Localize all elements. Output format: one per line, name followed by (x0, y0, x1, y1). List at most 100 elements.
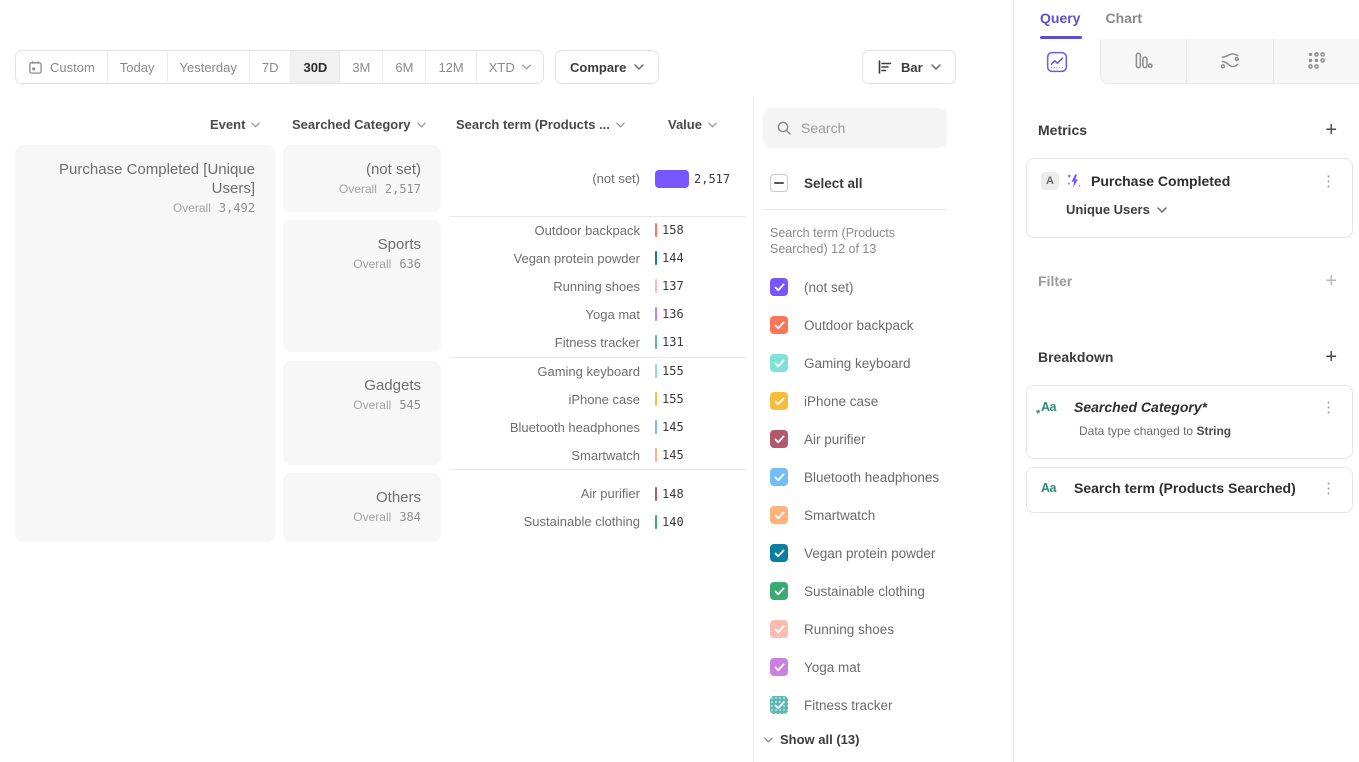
chart-type-button[interactable]: Bar (862, 50, 956, 84)
add-metric-button[interactable]: + (1325, 120, 1337, 140)
search-term-row: Bluetooth headphones 145 (450, 413, 746, 441)
category-card-not-set[interactable]: (not set) Overall2,517 (283, 145, 441, 212)
show-all-button[interactable]: Show all (13) (764, 732, 1013, 747)
check-icon (774, 321, 785, 330)
term-value: 136 (662, 307, 684, 321)
metric-card[interactable]: A Purchase Completed ⋮ Unique Users (1026, 158, 1353, 238)
legend-checkbox[interactable] (770, 468, 788, 486)
legend-checkbox[interactable] (770, 658, 788, 676)
category-card-others[interactable]: Others Overall384 (283, 473, 441, 542)
term-label: Fitness tracker (450, 335, 640, 350)
flows-icon (1219, 50, 1241, 72)
date-range-xtd[interactable]: XTD (477, 51, 543, 83)
breakdown-menu-button[interactable]: ⋮ (1319, 400, 1338, 415)
value-bar[interactable] (655, 170, 689, 188)
legend-item-bluetooth-headphones[interactable]: Bluetooth headphones (770, 458, 1013, 496)
legend-search-input[interactable] (801, 120, 931, 136)
legend-checkbox[interactable] (770, 544, 788, 562)
date-range-custom[interactable]: Custom (16, 51, 108, 83)
select-all-checkbox[interactable] (770, 174, 788, 192)
search-term-row: Sustainable clothing 140 (450, 508, 746, 536)
tab-flows[interactable] (1186, 39, 1273, 84)
legend-checkbox[interactable] (770, 430, 788, 448)
legend-checkbox[interactable] (770, 620, 788, 638)
metric-title: Purchase Completed (1091, 173, 1319, 189)
value-bar[interactable] (655, 251, 657, 265)
add-filter-button[interactable]: + (1325, 271, 1337, 291)
legend-search[interactable] (763, 108, 947, 148)
breakdown-card-searched-category[interactable]: Aa* Searched Category* ⋮ Data type chang… (1026, 385, 1353, 459)
add-breakdown-button[interactable]: + (1325, 347, 1337, 367)
column-header-value[interactable]: Value (668, 117, 717, 132)
date-range-7d[interactable]: 7D (250, 51, 292, 83)
search-term-row: Running shoes 137 (450, 272, 746, 300)
metric-menu-button[interactable]: ⋮ (1319, 174, 1338, 189)
legend-item-outdoor-backpack[interactable]: Outdoor backpack (770, 306, 1013, 344)
legend-checkbox[interactable] (770, 316, 788, 334)
legend-checkbox[interactable] (770, 392, 788, 410)
compare-button[interactable]: Compare (555, 50, 659, 84)
term-label: Running shoes (450, 279, 640, 294)
measurement-label: Unique Users (1066, 202, 1150, 217)
legend-item-yoga-mat[interactable]: Yoga mat (770, 648, 1013, 686)
measurement-selector[interactable]: Unique Users (1066, 202, 1338, 217)
legend-item-gaming-keyboard[interactable]: Gaming keyboard (770, 344, 1013, 382)
value-bar[interactable] (655, 420, 657, 434)
value-bar[interactable] (655, 335, 657, 349)
breakdown-heading: Breakdown (1038, 349, 1113, 365)
tab-query[interactable]: Query (1040, 10, 1080, 39)
term-value: 145 (662, 420, 684, 434)
legend-item-smartwatch[interactable]: Smartwatch (770, 496, 1013, 534)
tab-retention[interactable] (1273, 39, 1359, 84)
check-icon (774, 473, 785, 482)
column-header-label: Searched Category (292, 117, 411, 132)
legend-item-iphone-case[interactable]: iPhone case (770, 382, 1013, 420)
select-all-row[interactable]: Select all (770, 174, 1013, 192)
funnel-bars-icon (1132, 50, 1154, 72)
tab-funnels[interactable] (1100, 39, 1187, 84)
legend-item-air-purifier[interactable]: Air purifier (770, 420, 1013, 458)
legend-item-running-shoes[interactable]: Running shoes (770, 610, 1013, 648)
legend-item-vegan-protein-powder[interactable]: Vegan protein powder (770, 534, 1013, 572)
retention-dots-icon (1305, 50, 1327, 72)
value-bar[interactable] (655, 487, 657, 501)
term-value: 131 (662, 335, 684, 349)
date-range-12m[interactable]: 12M (426, 51, 476, 83)
value-bar[interactable] (655, 364, 657, 378)
value-bar[interactable] (655, 448, 657, 462)
date-range-30d[interactable]: 30D (291, 51, 340, 83)
legend-item-sustainable-clothing[interactable]: Sustainable clothing (770, 572, 1013, 610)
date-range-3m[interactable]: 3M (340, 51, 383, 83)
value-bar[interactable] (655, 223, 657, 237)
breakdown-menu-button[interactable]: ⋮ (1319, 481, 1338, 496)
category-card-sports[interactable]: Sports Overall636 (283, 220, 441, 352)
tab-insights[interactable] (1014, 39, 1100, 84)
legend-item-fitness-tracker[interactable]: Fitness tracker (770, 686, 1013, 724)
legend-checkbox[interactable] (770, 582, 788, 600)
value-bar[interactable] (655, 392, 657, 406)
legend-checkbox[interactable] (770, 354, 788, 372)
date-range-yesterday[interactable]: Yesterday (168, 51, 250, 83)
column-header-event[interactable]: Event (210, 117, 260, 132)
chevron-down-icon (708, 122, 717, 128)
legend-checkbox[interactable] (770, 506, 788, 524)
overall-label: Overall (353, 510, 391, 524)
date-range-6m[interactable]: 6M (383, 51, 426, 83)
string-type-icon: Aa* (1041, 400, 1065, 414)
legend-checkbox[interactable] (770, 278, 788, 296)
value-bar[interactable] (655, 515, 657, 529)
analysis-type-tabs (1014, 39, 1359, 84)
value-bar[interactable] (655, 279, 657, 293)
category-card-gadgets[interactable]: Gadgets Overall545 (283, 361, 441, 465)
date-range-today[interactable]: Today (108, 51, 168, 83)
event-card[interactable]: Purchase Completed [Unique Users] Overal… (15, 145, 275, 542)
legend-item-not-set[interactable]: (not set) (770, 268, 1013, 306)
breakdown-card-search-term[interactable]: Aa Search term (Products Searched) ⋮ (1026, 467, 1353, 513)
tab-chart[interactable]: Chart (1105, 10, 1142, 39)
column-header-search-term-products[interactable]: Search term (Products ... (456, 117, 625, 132)
column-header-searched-category[interactable]: Searched Category (292, 117, 426, 132)
column-header-label: Value (668, 117, 702, 132)
value-bar[interactable] (655, 307, 657, 321)
legend-checkbox[interactable] (770, 696, 788, 714)
date-range-label: 12M (438, 60, 463, 75)
